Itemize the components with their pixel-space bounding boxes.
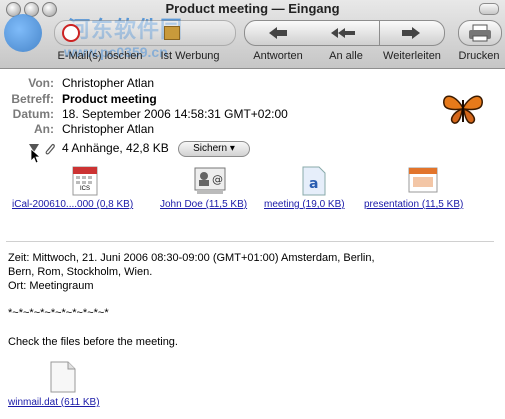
vcard-file-icon[interactable]: @ (194, 167, 226, 198)
body-line-note: Check the files before the meeting. (8, 336, 178, 348)
toolbar: Product meeting — Eingang 河东软件园 www.pc03… (0, 0, 505, 69)
subject-label: Betreff: (11, 92, 54, 106)
subject-value: Product meeting (62, 92, 157, 106)
generic-file-icon[interactable] (50, 361, 76, 396)
body-line-separator: *~*~*~*~*~*~*~*~*~* (8, 307, 109, 319)
body-line-location: Ort: Meetingraum (8, 280, 94, 292)
to-value: Christopher Atlan (62, 122, 155, 136)
date-label: Datum: (12, 107, 54, 121)
ics-file-icon[interactable]: ICS (72, 166, 98, 199)
butterfly-icon (443, 95, 483, 124)
ics-badge: ICS (79, 186, 90, 192)
body-line-time: Zeit: Mittwoch, 21. Juni 2006 08:30-09:0… (8, 252, 375, 264)
body-line-cities: Bern, Rom, Stockholm, Wien. (8, 266, 153, 278)
attachment-summary: 4 Anhänge, 42,8 KB (62, 141, 169, 155)
forward-arrow-icon (402, 27, 420, 39)
mail-file-icon[interactable]: a (302, 166, 326, 199)
printer-icon (469, 24, 491, 42)
toolbar-toggle-button[interactable] (479, 3, 499, 15)
attachment-link-presentation[interactable]: presentation (11,5 KB) (364, 199, 463, 210)
print-button[interactable] (458, 20, 502, 46)
print-label: Drucken (458, 50, 500, 62)
reply-all-label: An alle (329, 50, 363, 62)
svg-text:a: a (309, 176, 318, 192)
attachment-link-meeting[interactable]: meeting (19,0 KB) (264, 199, 345, 210)
save-label: Sichern (193, 143, 228, 154)
header-divider (6, 241, 494, 242)
date-value: 18. September 2006 14:58:31 GMT+02:00 (62, 107, 288, 121)
save-attachments-button[interactable]: Sichern ▾ (178, 141, 250, 157)
paperclip-icon (45, 144, 55, 155)
attachment-link-ical[interactable]: iCal-200610....000 (0,8 KB) (12, 199, 133, 210)
junk-icon (164, 26, 180, 40)
presentation-file-icon[interactable] (408, 167, 438, 198)
from-label: Von: (28, 76, 54, 90)
delete-button[interactable]: E-Mail(s) löschen (46, 50, 154, 62)
attachment-link-vcard[interactable]: John Doe (11,5 KB) (160, 199, 247, 210)
mouse-cursor-icon (30, 148, 42, 164)
attachment-link-winmail[interactable]: winmail.dat (611 KB) (8, 397, 100, 408)
forward-button[interactable] (380, 20, 445, 46)
reply-all-arrow-icon (331, 28, 355, 38)
delete-junk-group (54, 20, 236, 46)
delete-icon (62, 24, 80, 42)
from-value: Christopher Atlan (62, 76, 155, 90)
reply-label: Antworten (253, 50, 303, 62)
reply-button[interactable] (244, 20, 314, 46)
reply-arrow-icon (269, 27, 287, 39)
to-label: An: (34, 122, 54, 136)
junk-button[interactable]: Ist Werbung (150, 50, 230, 62)
forward-label: Weiterleiten (383, 50, 441, 62)
reply-all-button[interactable] (313, 20, 380, 46)
watermark-logo (4, 14, 42, 52)
svg-text:@: @ (212, 173, 223, 186)
